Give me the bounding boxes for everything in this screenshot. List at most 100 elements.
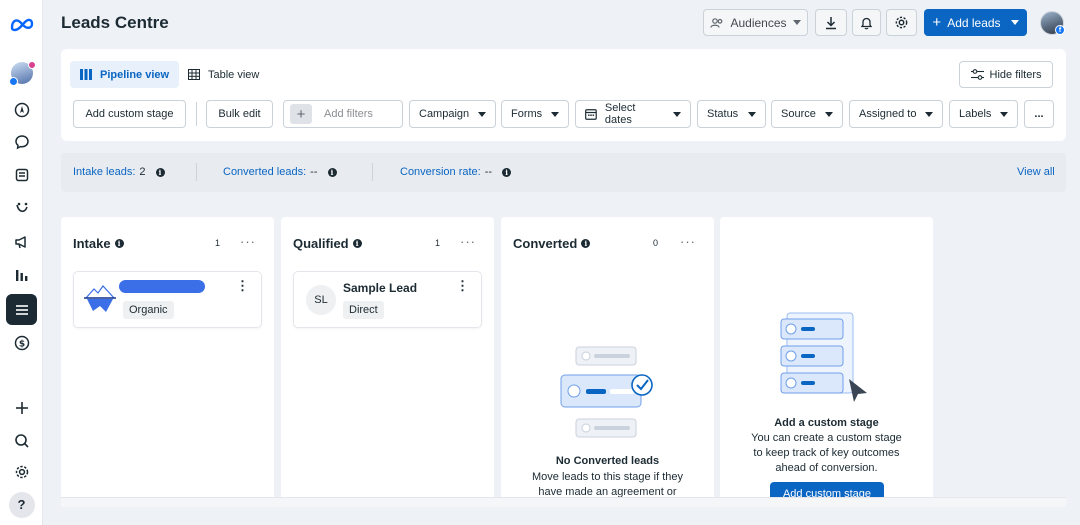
audience-people-icon	[710, 17, 723, 28]
stage-title: Converted i	[513, 236, 591, 251]
forms-label: Forms	[511, 108, 543, 120]
insights-icon[interactable]	[6, 259, 37, 290]
card-more-icon[interactable]: ⋮	[456, 279, 469, 292]
assigned-to-filter-dropdown[interactable]: Assigned to	[849, 100, 943, 128]
facebook-badge-icon: f	[1055, 25, 1065, 35]
search-icon[interactable]	[6, 425, 37, 456]
assigned-to-label: Assigned to	[859, 108, 917, 120]
compass-icon[interactable]	[6, 94, 37, 125]
calendar-icon	[585, 109, 597, 120]
lead-name: Sample Lead	[343, 281, 418, 295]
labels-label: Labels	[959, 108, 992, 120]
stage-title-text: Converted	[513, 236, 578, 251]
left-nav-rail: $ ?	[0, 0, 43, 525]
empty-state-text: Move leads to this stage if they	[531, 471, 684, 483]
info-icon[interactable]: i	[352, 239, 362, 248]
lead-card[interactable]: ⋮ Organic	[73, 271, 262, 328]
empty-state-text: have made an agreement or	[538, 486, 677, 497]
pages-icon[interactable]	[6, 159, 37, 190]
billing-dollar-icon[interactable]: $	[6, 327, 37, 358]
lead-card[interactable]: SL Sample Lead ⋮ Direct	[293, 271, 482, 328]
converted-leads-value: --	[310, 166, 318, 178]
account-avatar-icon[interactable]	[6, 57, 37, 88]
select-dates-label: Select dates	[604, 102, 636, 126]
sliders-icon	[970, 69, 984, 80]
add-leads-label: Add leads	[947, 15, 1001, 30]
download-icon	[826, 16, 836, 29]
add-filters-input[interactable]: + Add filters	[283, 100, 403, 128]
stage-count: 1	[435, 238, 441, 248]
bulk-edit-button[interactable]: Bulk edit	[206, 100, 273, 128]
forms-filter-dropdown[interactable]: Forms	[501, 100, 569, 128]
hide-filters-button[interactable]: Hide filters	[959, 61, 1053, 88]
intake-leads-value: 2	[139, 166, 146, 178]
campaign-label: Campaign	[419, 108, 470, 120]
view-all-link[interactable]: View all	[1017, 166, 1055, 178]
meta-logo-icon[interactable]	[6, 8, 37, 39]
stage-count: 1	[215, 238, 221, 248]
custom-stage-text: ahead of conversion.	[775, 462, 878, 474]
download-button[interactable]	[815, 9, 847, 36]
stat-divider	[196, 163, 197, 181]
converted-leads-stat: Converted leads: -- i	[223, 166, 337, 178]
labels-filter-dropdown[interactable]: Labels	[949, 100, 1018, 128]
conversion-rate-label: Conversion rate:	[400, 166, 481, 178]
tab-table-view[interactable]: Table view	[178, 61, 269, 88]
lead-name-redacted	[119, 280, 205, 293]
chevron-down-icon	[825, 111, 833, 117]
chevron-down-icon	[1000, 111, 1008, 117]
add-custom-stage-button[interactable]: Add custom stage	[73, 100, 186, 128]
empty-converted-illustration	[560, 346, 653, 438]
tab-pipeline-view[interactable]: Pipeline view	[70, 61, 180, 88]
intake-leads-label: Intake leads:	[73, 166, 136, 178]
add-filters-placeholder: Add filters	[324, 108, 373, 120]
stats-bar	[61, 153, 1066, 192]
info-icon[interactable]: i	[327, 167, 337, 177]
stage-title: Intake i	[73, 236, 124, 251]
status-label: Status	[707, 108, 739, 120]
leads-menu-icon[interactable]	[6, 294, 37, 325]
bell-icon	[860, 17, 873, 29]
plus-icon: +	[932, 14, 942, 31]
custom-stage-title: Add a custom stage	[774, 417, 879, 429]
more-filters-button[interactable]: ...	[1024, 100, 1054, 128]
source-filter-dropdown[interactable]: Source	[771, 100, 843, 128]
lead-source-tag: Direct	[343, 301, 384, 319]
notifications-button[interactable]	[852, 9, 881, 36]
stage-more-button[interactable]: ···	[460, 234, 476, 249]
select-dates-dropdown[interactable]: Select dates	[575, 100, 691, 128]
iceberg-logo-icon	[84, 285, 116, 312]
stage-title: Qualified i	[293, 236, 362, 251]
add-filter-plus-icon: +	[290, 104, 312, 124]
pipeline-columns-icon	[80, 69, 92, 80]
custom-stage-illustration	[780, 312, 867, 402]
pipeline-view-label: Pipeline view	[100, 68, 170, 81]
plus-icon[interactable]	[6, 392, 37, 423]
converted-leads-label: Converted leads:	[223, 166, 307, 178]
settings-button[interactable]	[886, 9, 917, 36]
campaign-filter-dropdown[interactable]: Campaign	[409, 100, 496, 128]
chat-icon[interactable]	[6, 126, 37, 157]
add-custom-stage-card: Add a custom stage You can create a cust…	[720, 217, 933, 497]
info-icon[interactable]: i	[581, 239, 591, 248]
help-icon[interactable]: ?	[6, 489, 37, 520]
megaphone-icon[interactable]	[6, 226, 37, 257]
stage-title-text: Qualified	[293, 236, 349, 251]
info-icon[interactable]: i	[155, 167, 165, 177]
planner-icon[interactable]	[6, 192, 37, 223]
horizontal-scrollbar[interactable]	[61, 497, 1066, 507]
settings-gear-icon[interactable]	[6, 456, 37, 487]
page-title: Leads Centre	[61, 13, 169, 32]
info-icon[interactable]: i	[502, 167, 512, 177]
add-custom-stage-cta-button[interactable]: Add custom stage	[770, 482, 884, 497]
stage-column-converted: Converted i 0 ··· No Converted leads Mov…	[501, 217, 714, 497]
conversion-rate-stat: Conversion rate: -- i	[400, 166, 512, 178]
add-leads-button[interactable]: + Add leads	[924, 9, 1027, 36]
stage-more-button[interactable]: ···	[680, 234, 696, 249]
card-more-icon[interactable]: ⋮	[236, 279, 249, 292]
info-icon[interactable]: i	[114, 239, 124, 248]
stage-more-button[interactable]: ···	[240, 234, 256, 249]
audiences-dropdown[interactable]: Audiences	[703, 9, 808, 36]
chevron-down-icon	[551, 111, 559, 117]
status-filter-dropdown[interactable]: Status	[697, 100, 766, 128]
